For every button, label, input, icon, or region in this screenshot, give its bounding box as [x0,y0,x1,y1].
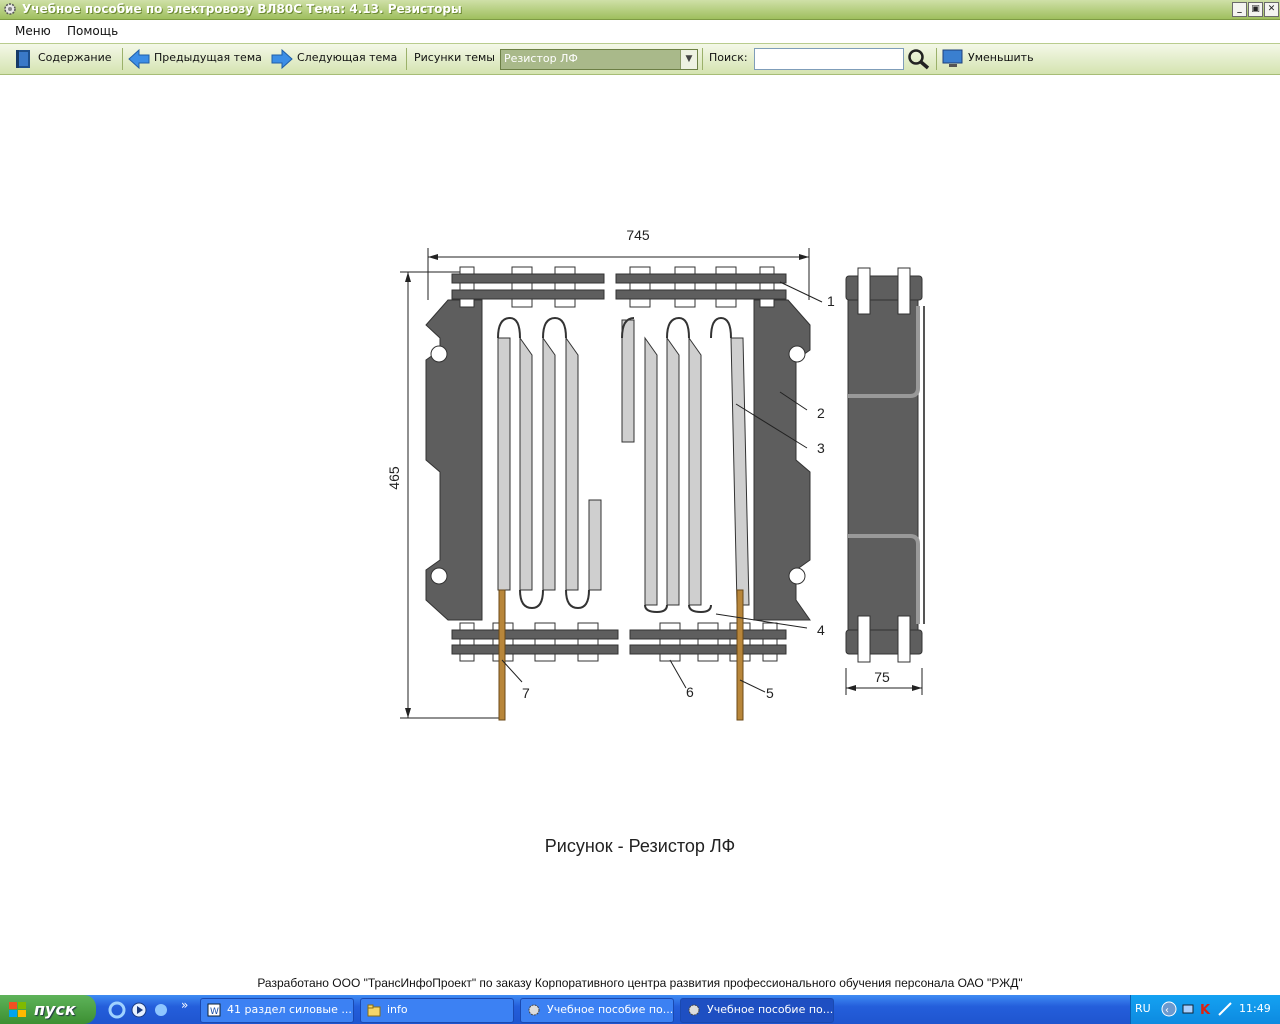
svg-text:W: W [210,1007,219,1017]
book-icon [16,50,30,68]
dimension-width: 745 [626,227,650,243]
dimension-side: 75 [874,669,890,685]
antivirus-icon[interactable]: K [1199,1001,1215,1017]
search-input[interactable] [754,48,904,70]
reduce-button[interactable]: Уменьшить [968,51,1034,64]
internet-explorer-icon[interactable] [108,1001,126,1019]
svg-text:K: K [1200,1003,1211,1017]
previous-topic-button[interactable]: Предыдущая тема [154,51,262,64]
toolbar: Содержание Предыдущая тема Следующая тем… [0,43,1280,75]
system-tray: RU ‹ K 11:49 [1130,995,1280,1024]
media-player-icon[interactable] [130,1001,148,1019]
task-label: Учебное пособие по... [707,1003,834,1016]
task-word-document[interactable]: W 41 раздел силовые ... [200,998,354,1023]
task-study-guide-2[interactable]: Учебное пособие по... [680,998,834,1023]
gear-icon [688,1004,700,1016]
monitor-icon [942,49,963,67]
folder-icon [367,1004,381,1017]
start-label: пуск [34,1000,76,1019]
language-indicator[interactable]: RU [1135,1002,1151,1015]
window-title: Учебное пособие по электровозу ВЛ80С Тем… [22,2,462,16]
minimize-icon: _ [1237,4,1242,14]
task-label: info [387,1003,408,1016]
footer-credits: Разработано ООО "ТрансИнфоПроект" по зак… [257,976,1023,990]
next-topic-button[interactable]: Следующая тема [297,51,397,64]
tray-expand-icon[interactable]: ‹ [1161,1001,1177,1017]
start-button[interactable]: пуск [0,995,96,1024]
figure-caption: Рисунок - Резистор ЛФ [544,836,736,856]
chevron-down-icon[interactable]: ▼ [680,50,697,69]
restore-icon: ▣ [1251,4,1260,14]
menu-bar: Меню Помощь [0,20,1280,42]
windows-logo-icon [9,1002,26,1017]
outlook-express-icon[interactable] [152,1001,170,1019]
figures-dropdown-value: Резистор ЛФ [504,52,578,65]
close-button[interactable]: ✕ [1264,2,1279,17]
figures-dropdown[interactable]: Резистор ЛФ ▼ [500,49,698,70]
callout-6: 6 [686,684,694,700]
resistor-drawing: 745 465 75 1 2 3 4 5 6 7 [386,227,925,721]
search-label: Поиск: [709,51,748,64]
callout-7: 7 [522,685,530,701]
callout-5: 5 [766,685,774,701]
minimize-button[interactable]: _ [1232,2,1247,17]
task-info-folder[interactable]: info [360,998,514,1023]
gear-icon [4,3,16,15]
gear-icon [528,1004,540,1016]
pen-icon[interactable] [1217,1001,1233,1017]
dimension-height: 465 [386,466,402,490]
callout-1: 1 [827,293,835,309]
contents-button[interactable]: Содержание [38,51,112,64]
search-icon[interactable] [907,48,931,70]
clock: 11:49 [1239,1002,1271,1015]
task-label: Учебное пособие по... [547,1003,674,1016]
window-title-bar[interactable]: Учебное пособие по электровозу ВЛ80С Тем… [0,0,1280,20]
figures-label: Рисунки темы [414,51,495,64]
callout-4: 4 [817,622,825,638]
arrow-left-icon [128,49,150,69]
menu-item-menu[interactable]: Меню [15,24,51,38]
task-label: 41 раздел силовые ... [227,1003,352,1016]
chevron-right-icon[interactable]: » [181,998,188,1012]
word-icon: W [207,1003,221,1017]
close-icon: ✕ [1267,4,1276,14]
task-study-guide-1[interactable]: Учебное пособие по... [520,998,674,1023]
menu-item-help[interactable]: Помощь [67,24,118,38]
taskbar: пуск » W 41 раздел силовые ... info Учеб… [0,995,1280,1024]
network-icon[interactable] [1181,1001,1197,1017]
callout-2: 2 [817,405,825,421]
arrow-right-icon [271,49,293,69]
callout-3: 3 [817,440,825,456]
restore-button[interactable]: ▣ [1248,2,1263,17]
svg-text:‹: ‹ [1165,1005,1169,1016]
